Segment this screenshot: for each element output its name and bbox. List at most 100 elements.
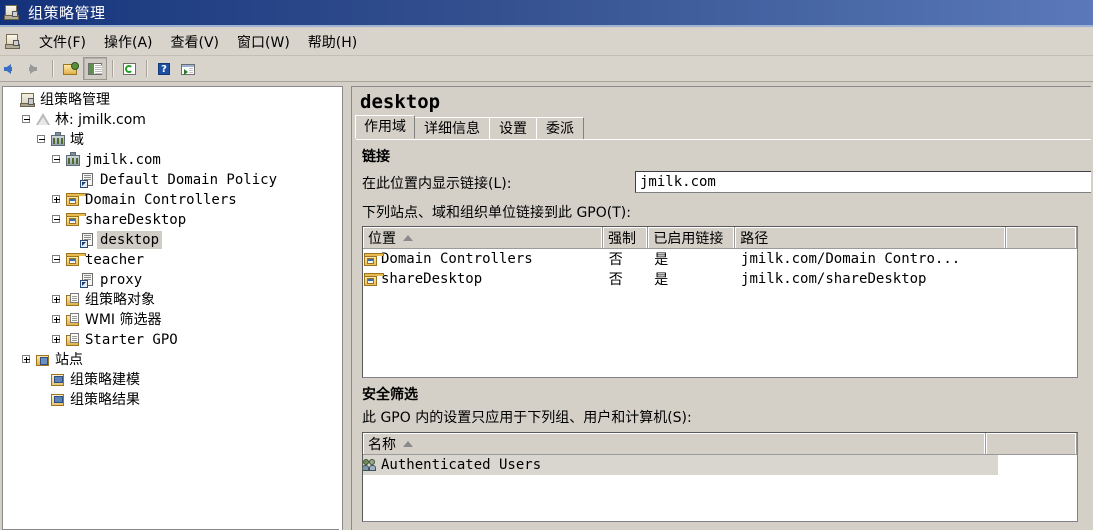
cell- bbox=[1006, 249, 1077, 269]
cell-path: jmilk.com/shareDesktop bbox=[735, 269, 1006, 289]
refresh-button[interactable] bbox=[119, 58, 141, 79]
tree-item-label: Domain Controllers bbox=[85, 192, 237, 208]
security-filtering-listview[interactable]: 名称 Authenticated Users bbox=[362, 432, 1078, 522]
window-title: 组策略管理 bbox=[28, 4, 106, 22]
tab-settings[interactable]: 设置 bbox=[489, 117, 537, 139]
toolbar-separator bbox=[146, 60, 148, 77]
menu-view[interactable]: 查看(V) bbox=[162, 30, 229, 54]
column-header-名称[interactable]: 名称 bbox=[363, 433, 986, 454]
tree-item-label: WMI 筛选器 bbox=[85, 312, 162, 328]
back-button[interactable] bbox=[1, 58, 23, 79]
column-header-路径[interactable]: 路径 bbox=[735, 227, 1007, 248]
tab-delegation[interactable]: 委派 bbox=[536, 117, 584, 139]
column-header-强制[interactable]: 强制 bbox=[602, 227, 649, 248]
expand-icon[interactable] bbox=[22, 355, 32, 365]
tree-item-domain-controllers[interactable]: Domain Controllers bbox=[3, 190, 339, 210]
cell-enforced: 否 bbox=[603, 249, 648, 269]
column-header-blank-4[interactable] bbox=[1006, 227, 1077, 248]
link-location-label: 在此位置内显示链接(L): bbox=[362, 176, 512, 192]
tree-item-wmi[interactable]: WMI 筛选器 bbox=[3, 310, 339, 330]
menu-action[interactable]: 操作(A) bbox=[95, 30, 162, 54]
expand-icon[interactable] bbox=[52, 295, 62, 305]
tree-item-starter-gpo[interactable]: Starter GPO bbox=[3, 330, 339, 350]
tree-scroll-gutter[interactable] bbox=[339, 86, 343, 530]
table-row[interactable]: shareDesktop 否 是 jmilk.com/shareDesktop bbox=[363, 269, 1077, 289]
tree-item-label: jmilk.com bbox=[85, 152, 161, 168]
tree-item-sharedesktop[interactable]: shareDesktop bbox=[3, 210, 339, 230]
collapse-icon[interactable] bbox=[52, 255, 62, 265]
expand-icon[interactable] bbox=[52, 335, 62, 345]
cell-text: Domain Controllers bbox=[381, 251, 533, 267]
table-row[interactable]: Domain Controllers 否 是 jmilk.com/Domain Con… bbox=[363, 249, 1077, 269]
tree-item-label: Starter GPO bbox=[85, 332, 178, 348]
tree-item-label: shareDesktop bbox=[85, 212, 187, 228]
gpo-icon bbox=[80, 232, 96, 248]
link-location-value: jmilk.com bbox=[640, 174, 716, 190]
collapse-icon[interactable] bbox=[52, 215, 62, 225]
tree-item-jmilk-com[interactable]: jmilk.com bbox=[3, 150, 339, 170]
cell-text: 是 bbox=[654, 272, 669, 288]
tree-item-label: 组策略结果 bbox=[70, 392, 140, 408]
forward-button[interactable] bbox=[25, 58, 47, 79]
tree-item-desktop[interactable]: desktop bbox=[3, 230, 339, 250]
tree-item-label: 组策略建模 bbox=[70, 372, 140, 388]
collapse-icon[interactable] bbox=[52, 155, 62, 165]
table-row[interactable]: Authenticated Users bbox=[363, 455, 998, 475]
ou-icon bbox=[65, 192, 86, 208]
security-filtering-heading: 安全筛选 bbox=[362, 387, 418, 403]
ou-icon bbox=[363, 272, 384, 286]
menu-window[interactable]: 窗口(W) bbox=[228, 30, 299, 54]
gpo-links-listview[interactable]: 位置 强制 已启用链接 路径 Domain Controllers 否是 jmilk.co… bbox=[362, 226, 1078, 378]
tree-item-[interactable]: 组策略建模 bbox=[3, 370, 339, 390]
collapse-icon[interactable] bbox=[37, 135, 47, 145]
tree-item-label: Default Domain Policy bbox=[100, 172, 278, 188]
column-header-位置[interactable]: 位置 bbox=[363, 227, 603, 248]
tree-item-[interactable]: 组策略对象 bbox=[3, 290, 339, 310]
panel-splitter[interactable] bbox=[344, 86, 349, 530]
cell-text: 否 bbox=[608, 252, 623, 268]
tree-item-label: 域 bbox=[70, 132, 84, 148]
column-header-blank-1[interactable] bbox=[985, 433, 1077, 454]
console-tree[interactable]: 组策略管理林: jmilk.com 域 jmilk.com Default Domai… bbox=[3, 87, 339, 410]
expand-icon[interactable] bbox=[52, 195, 62, 205]
column-header-label: 路径 bbox=[740, 230, 769, 247]
tab-scope[interactable]: 作用域 bbox=[355, 115, 415, 139]
cell-text: jmilk.com/Domain Contro... bbox=[741, 251, 961, 267]
details-tabstrip: 作用域 详细信息 设置 委派 bbox=[355, 115, 1091, 140]
tree-item-proxy[interactable]: proxy bbox=[3, 270, 339, 290]
cell-text: shareDesktop bbox=[381, 271, 483, 287]
tree-item-[interactable]: 域 bbox=[3, 130, 339, 150]
tree-item-jmilk-com[interactable]: 林: jmilk.com bbox=[3, 110, 339, 130]
column-header-已启用链接[interactable]: 已启用链接 bbox=[648, 227, 736, 248]
new-window-button[interactable] bbox=[177, 58, 199, 79]
menu-help[interactable]: 帮助(H) bbox=[299, 30, 366, 54]
cell- bbox=[916, 455, 998, 475]
users-group-icon bbox=[363, 458, 379, 472]
up-folder-button[interactable] bbox=[59, 58, 81, 79]
tree-item-[interactable]: 站点 bbox=[3, 350, 339, 370]
link-location-row: 在此位置内显示链接(L): jmilk.com bbox=[352, 171, 1091, 195]
gpo-icon bbox=[80, 272, 96, 288]
tree-item-default-domain-policy[interactable]: Default Domain Policy bbox=[3, 170, 339, 190]
tab-details[interactable]: 详细信息 bbox=[414, 117, 490, 139]
expand-icon[interactable] bbox=[52, 315, 62, 325]
console-icon bbox=[4, 4, 22, 22]
tree-item-label: proxy bbox=[100, 272, 143, 288]
modeling-icon bbox=[50, 372, 66, 388]
tree-item-[interactable]: 组策略管理 bbox=[3, 90, 339, 110]
ou-icon bbox=[65, 252, 86, 268]
collapse-icon[interactable] bbox=[22, 115, 32, 125]
link-location-combobox[interactable]: jmilk.com bbox=[635, 171, 1091, 193]
cell-enforced: 否 bbox=[603, 269, 648, 289]
tree-item-[interactable]: 组策略结果 bbox=[3, 390, 339, 410]
help-button[interactable]: ? bbox=[153, 58, 175, 79]
tree-item-teacher[interactable]: teacher bbox=[3, 250, 339, 270]
tree-item-label: 组策略对象 bbox=[85, 292, 155, 308]
show-hide-tree-button[interactable] bbox=[83, 57, 107, 80]
security-filtering-header-row: 名称 bbox=[363, 433, 1077, 455]
menu-file[interactable]: 文件(F) bbox=[30, 30, 95, 54]
tree-item-label: 林: jmilk.com bbox=[55, 112, 146, 128]
